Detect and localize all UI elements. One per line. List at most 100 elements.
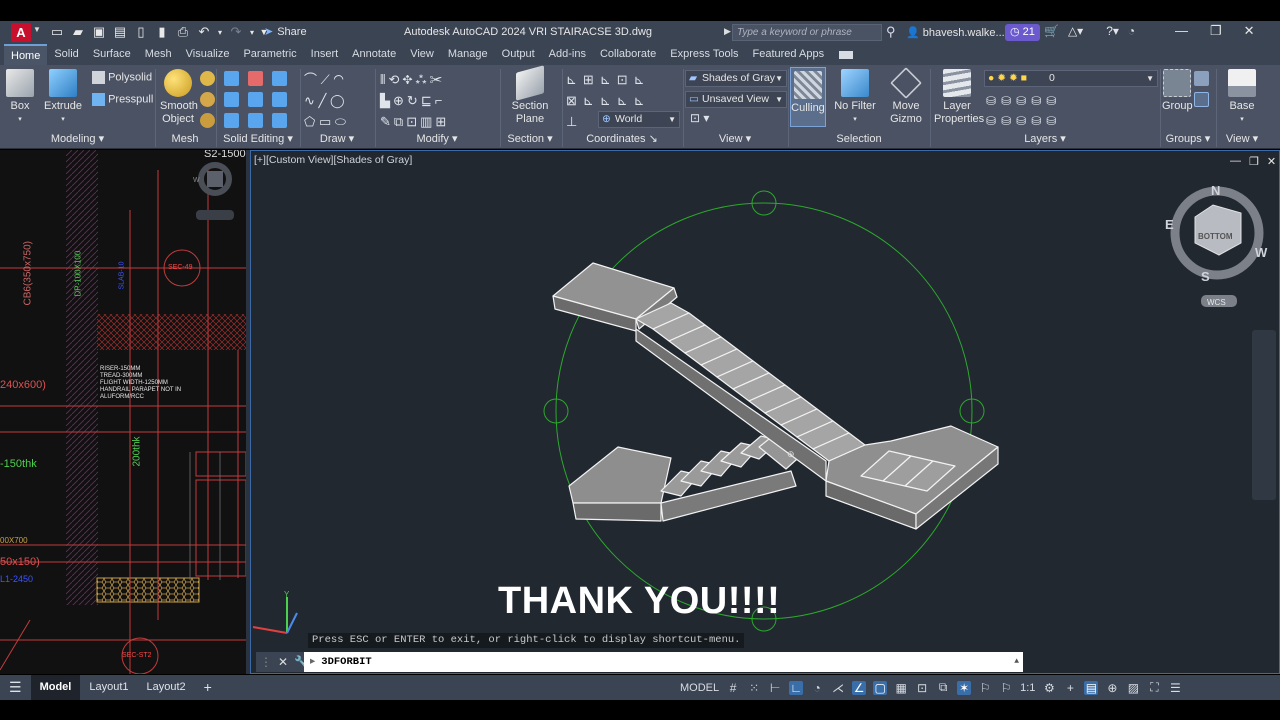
ortho-icon[interactable]: ∟ <box>789 680 804 695</box>
redo-dropdown-icon[interactable]: ▾ <box>248 23 256 41</box>
panel-title-view[interactable]: View ▾ <box>683 131 787 148</box>
compass-s[interactable]: S <box>1201 269 1210 284</box>
cart-icon[interactable]: 🛒 <box>1044 24 1059 38</box>
wcs-menu[interactable]: WCS <box>1207 298 1226 307</box>
user-account-menu[interactable]: 👤 bhavesh.walke... ▾ <box>906 26 1011 39</box>
tab-solid[interactable]: Solid <box>47 44 85 65</box>
ribbon-minimize-toggle[interactable] <box>839 50 854 59</box>
notifications-badge[interactable]: ◷ 21 <box>1005 24 1040 41</box>
move-gizmo-button[interactable]: Move Gizmo <box>888 67 924 126</box>
no-filter-button[interactable]: No Filter ▾ <box>834 69 876 126</box>
arc-icon[interactable]: ◠ <box>333 72 343 87</box>
viewport-minimize-icon[interactable]: — <box>1230 155 1241 168</box>
ucs-previous-icon[interactable]: ⊡ <box>617 72 634 87</box>
tab-express-tools[interactable]: Express Tools <box>663 44 745 65</box>
gizmo-status-icon[interactable]: ✶ <box>957 680 972 695</box>
viewcube-face[interactable]: BOTTOM <box>1198 232 1233 241</box>
presspull-button[interactable]: Presspull <box>92 93 153 106</box>
erase-icon[interactable]: ✎ <box>380 114 394 129</box>
group-button[interactable]: Group <box>1162 69 1193 113</box>
viewport-config-icon[interactable]: ⊡ ▾ <box>690 111 709 125</box>
save-icon[interactable]: ▣ <box>90 23 108 41</box>
isodraft-icon[interactable]: ⋌ <box>831 681 845 695</box>
annotation-visibility-icon[interactable]: ⚐ <box>978 681 992 695</box>
save-as-icon[interactable]: ▤ <box>111 23 129 41</box>
layer-tool-icon[interactable]: ⛁ <box>1046 94 1061 108</box>
subtract-icon[interactable] <box>224 92 239 107</box>
layer-tool-icon[interactable]: ⛁ <box>1031 94 1046 108</box>
line3d-icon[interactable]: ⟋ <box>321 72 330 87</box>
tab-view[interactable]: View <box>403 44 441 65</box>
tab-parametric[interactable]: Parametric <box>236 44 303 65</box>
panel-title-layers[interactable]: Layers ▾ <box>930 131 1160 148</box>
tab-mesh[interactable]: Mesh <box>138 44 179 65</box>
spline-icon[interactable]: ∿ <box>304 93 315 108</box>
tab-annotate[interactable]: Annotate <box>345 44 403 65</box>
tab-layout1[interactable]: Layout1 <box>80 675 137 700</box>
align-icon[interactable]: ▙ <box>380 93 393 108</box>
redo-icon[interactable]: ↷ <box>227 23 245 41</box>
annotation-scale-icon[interactable]: ⚐ <box>999 681 1013 695</box>
interfere-icon[interactable] <box>248 71 263 86</box>
panel-title-selection[interactable]: Selection <box>788 131 930 148</box>
close-icon[interactable]: ✕ <box>1244 23 1255 39</box>
undo-dropdown-icon[interactable]: ▾ <box>216 23 224 41</box>
panel-title-groups[interactable]: Groups ▾ <box>1160 131 1216 148</box>
group-select-icon[interactable] <box>1194 92 1209 107</box>
copy-icon[interactable]: ⧉ <box>394 114 406 129</box>
ucs-icon-props[interactable]: ⊥ <box>566 114 583 129</box>
command-input[interactable]: ▸ 3DFORBIT ▲ <box>304 652 1023 672</box>
ucs-icon[interactable]: ⊾ <box>566 72 583 87</box>
layer-tool-icon[interactable]: ⛁ <box>986 114 1001 128</box>
tab-add-ins[interactable]: Add-ins <box>542 44 593 65</box>
save-web-icon[interactable]: ▮ <box>153 23 171 41</box>
rotate-icon[interactable]: ↻ <box>407 93 421 108</box>
tab-insert[interactable]: Insert <box>304 44 346 65</box>
panel-title-mesh[interactable]: Mesh <box>156 131 214 148</box>
ungroup-icon[interactable] <box>1194 71 1209 86</box>
object-snap-icon[interactable]: ▢ <box>873 680 888 695</box>
clean-screen-icon[interactable]: ⛶ <box>1147 680 1161 695</box>
search-icon[interactable]: ⚲ <box>886 24 896 40</box>
triangle-menu-icon[interactable]: △▾ <box>1068 24 1083 38</box>
dynamic-ucs-icon[interactable]: ⊡ <box>915 681 929 695</box>
ucs-3point-icon[interactable]: ⊾ <box>634 93 651 108</box>
section-plane-button[interactable]: Section Plane <box>508 65 552 126</box>
separate-icon[interactable] <box>272 113 287 128</box>
box-button[interactable]: Box ▾ <box>6 69 34 126</box>
grid-icon[interactable]: # <box>726 681 740 695</box>
layer-properties-button[interactable]: Layer Properties <box>934 69 984 126</box>
panel-title-section[interactable]: Section ▾ <box>500 131 560 148</box>
model-space-button[interactable]: MODEL <box>680 682 719 694</box>
ucs-view-icon[interactable]: ⊾ <box>600 93 617 108</box>
layer-tool-icon[interactable]: ⛁ <box>1016 114 1031 128</box>
drawing-2d-pane[interactable]: W S2-1500 CB6(350x750) DP-100X100 SEC-49… <box>0 150 246 674</box>
tab-featured-apps[interactable]: Featured Apps <box>746 44 832 65</box>
scale-value[interactable]: 1:1 <box>1020 682 1035 694</box>
polyline-icon[interactable]: ⌒ <box>304 72 317 87</box>
visual-style-dropdown[interactable]: ▰ Shades of Gray ▼ <box>685 70 787 87</box>
scale-icon[interactable]: ⊡ <box>406 114 420 129</box>
panel-title-modify[interactable]: Modify ▾ <box>376 131 498 148</box>
compass-w[interactable]: W <box>1255 245 1268 260</box>
globe-tool-icon[interactable]: ⊕ <box>393 93 407 108</box>
object-snap-tracking-icon[interactable]: ∠ <box>852 680 867 695</box>
extrude-button[interactable]: Extrude ▾ <box>44 69 82 126</box>
grip-icon[interactable]: ⋮ <box>260 655 272 669</box>
panel-title-solid-editing[interactable]: Solid Editing ▾ <box>218 131 298 148</box>
thicken-icon[interactable] <box>248 113 263 128</box>
viewport-controls-label[interactable]: [+][Custom View][Shades of Gray] <box>254 154 412 166</box>
named-view-dropdown[interactable]: ▭ Unsaved View ▼ <box>685 91 787 108</box>
tab-layout2[interactable]: Layout2 <box>138 675 195 700</box>
stretch-icon[interactable]: ⊑ <box>421 93 435 108</box>
polar-icon[interactable]: ◔ <box>810 681 824 695</box>
navigation-bar[interactable] <box>1252 330 1276 500</box>
ucs-face-icon[interactable]: ⊠ <box>566 93 583 108</box>
layer-tool-icon[interactable]: ⛁ <box>1046 114 1061 128</box>
3d-osnap-icon[interactable]: ▦ <box>894 681 908 695</box>
app-menu-chevron-icon[interactable]: ▼ <box>33 25 41 34</box>
graphics-performance-icon[interactable]: ▨ <box>1126 681 1140 695</box>
coordinates-dropdown[interactable]: ⊕ World ▼ <box>598 111 680 128</box>
snap-icon[interactable]: ⁙ <box>747 681 761 695</box>
mesh-tool-icon[interactable] <box>200 71 215 86</box>
